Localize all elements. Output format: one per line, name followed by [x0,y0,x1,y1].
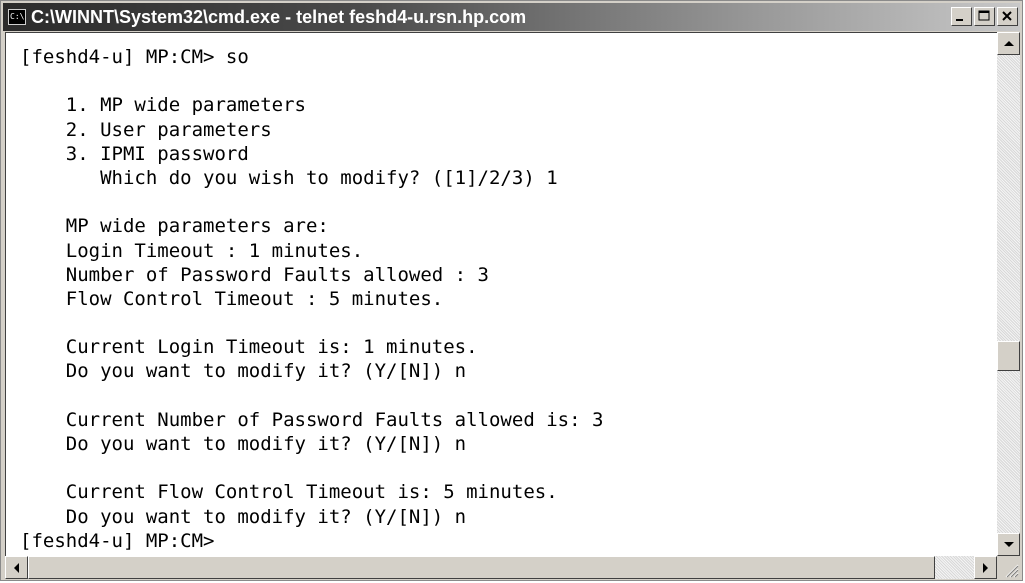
scroll-right-button[interactable] [974,556,997,579]
console-line: Do you want to modify it? (Y/[N]) n [20,433,467,455]
scroll-down-arrow-icon [1004,542,1014,547]
console-lines: [feshd4-u] MP:CM> so 1. MP wide paramete… [20,45,603,553]
window-controls [951,7,1018,26]
vertical-scroll-thumb[interactable] [997,341,1020,371]
scroll-up-button[interactable] [997,32,1020,55]
console-line: Current Flow Control Timeout is: 5 minut… [20,481,558,504]
console-line: 1. MP wide parameters [20,94,306,117]
horizontal-scrollbar[interactable] [5,556,997,579]
console-line: Current Login Timeout is: 1 minutes. [20,336,478,359]
console-prompt-line: [feshd4-u] MP:CM> [20,529,215,552]
console-line: 2. User parameters [20,118,272,141]
minimize-button[interactable] [951,7,972,26]
console-line: 3. IPMI password [20,142,249,165]
resize-grip[interactable] [997,556,1020,579]
console-app-icon[interactable]: C:\ [8,9,26,25]
resize-grip-icon [1005,564,1019,578]
maximize-button[interactable] [974,7,995,26]
console-output[interactable]: [feshd4-u] MP:CM> so 1. MP wide paramete… [5,32,997,556]
close-button[interactable] [997,7,1018,26]
close-icon [1002,11,1012,21]
scroll-left-arrow-icon [14,563,19,573]
console-line: MP wide parameters are: [20,215,329,238]
scroll-right-arrow-icon [983,563,988,573]
console-line: Current Number of Password Faults allowe… [20,408,604,431]
cmd-window: C:\ C:\WINNT\System32\cmd.exe - telnet f… [0,0,1023,581]
maximize-icon [978,10,990,21]
console-line: Do you want to modify it? (Y/[N]) n [20,505,467,528]
scroll-left-button[interactable] [5,556,28,579]
horizontal-scroll-thumb[interactable] [28,556,935,579]
console-line: Login Timeout : 1 minutes. [20,239,364,262]
console-line: Do you want to modify it? (Y/[N]) n [20,360,467,383]
window-title: C:\WINNT\System32\cmd.exe - telnet feshd… [31,6,527,27]
console-line: Flow Control Timeout : 5 minutes. [20,287,444,310]
scroll-up-arrow-icon [1004,41,1014,46]
title-bar[interactable]: C:\ C:\WINNT\System32\cmd.exe - telnet f… [3,3,1020,31]
console-line: Which do you wish to modify? ([1]/2/3) 1 [20,166,558,189]
vertical-scrollbar[interactable] [997,32,1020,556]
minimize-icon [956,19,963,21]
console-line: Number of Password Faults allowed : 3 [20,263,489,286]
scroll-down-button[interactable] [997,533,1020,556]
console-line: [feshd4-u] MP:CM> so [20,46,249,68]
